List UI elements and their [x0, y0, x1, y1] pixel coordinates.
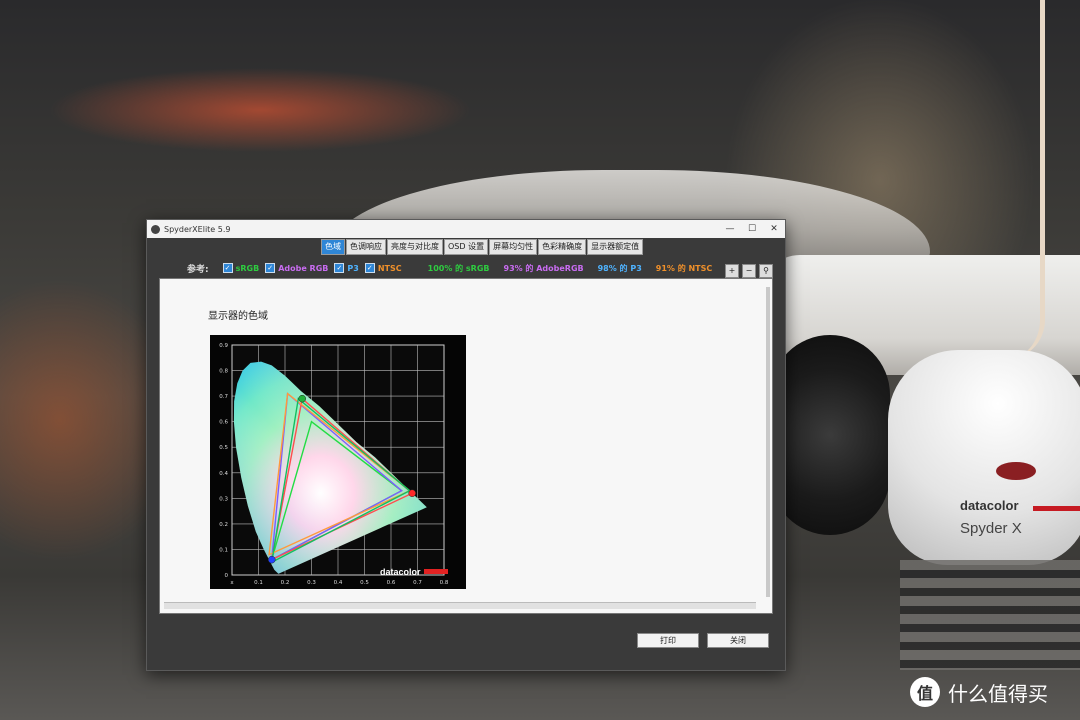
chart-primary-point-0 [408, 489, 416, 497]
chart-y-tick-label: 0.9 [219, 343, 228, 349]
chart-primary-point-2 [268, 555, 276, 564]
horizontal-scrollbar[interactable] [164, 602, 756, 609]
maximize-icon[interactable]: ☐ [741, 220, 763, 238]
result-ntsc: 91% 的 NTSC [655, 263, 713, 273]
tab-color-accuracy[interactable]: 色彩精确度 [538, 239, 587, 255]
footer-bar: 打印 关闭 [147, 614, 785, 670]
window-title: SpyderXElite 5.9 [164, 224, 231, 234]
chart-x-tick-label: 0.8 [440, 580, 449, 586]
chart-y-tick-label: 0.8 [219, 369, 228, 375]
window-controls: — ☐ ✕ [719, 220, 785, 238]
site-watermark: 值 什么值得买 [910, 676, 1048, 708]
tab-tone-response[interactable]: 色调响应 [346, 239, 386, 255]
device-brand: datacolor [960, 498, 1019, 513]
chart-x-tick-label: 0.3 [307, 580, 316, 586]
result-p3: 98% 的 P3 [597, 263, 642, 273]
tab-monitor-rating[interactable]: 显示器额定值 [587, 239, 644, 255]
spyder-colorimeter: datacolor Spyder X [888, 350, 1080, 565]
colorimeter-lens [996, 462, 1036, 480]
chart-y-tick-label: 0.3 [219, 496, 228, 502]
chart-y-tick-label: 0.4 [219, 471, 228, 477]
chart-y-tick-label: 0.2 [219, 522, 228, 528]
zoom-out-icon[interactable]: − [742, 264, 756, 278]
reference-label: 参考: [187, 264, 209, 275]
tab-uniformity[interactable]: 屏幕均匀性 [489, 239, 538, 255]
vertical-scrollbar[interactable] [766, 287, 770, 597]
checkbox-label-srgb: sRGB [235, 263, 260, 273]
zoom-in-icon[interactable]: + [725, 264, 739, 278]
device-model: Spyder X [960, 520, 1022, 537]
checkbox-label-p3: P3 [347, 263, 359, 273]
tab-bar: 色域 色调响应 亮度与对比度 OSD 设置 屏幕均匀性 色彩精确度 显示器额定值 [321, 239, 644, 255]
chart-x-tick-label: 0.6 [387, 580, 396, 586]
chart-y-tick-label: 0.7 [219, 394, 228, 400]
chart-x-tick-label: 0.7 [413, 580, 422, 586]
chart-y-tick-label: 0 [225, 573, 229, 579]
device-brand-stripe [1033, 506, 1080, 511]
tab-gamut[interactable]: 色域 [321, 239, 345, 255]
car-grille-background [900, 560, 1080, 670]
chart-x-tick-label: 0.5 [360, 580, 369, 586]
checkbox-adobe-rgb[interactable]: ✓ [265, 263, 276, 273]
gamut-heading: 显示器的色域 [208, 311, 268, 322]
tab-brightness-contrast[interactable]: 亮度与对比度 [387, 239, 443, 255]
watermark-text: 什么值得买 [948, 681, 1048, 706]
chart-primary-point-1 [298, 394, 306, 403]
chart-watermark: datacolor [380, 567, 421, 577]
checkbox-ntsc[interactable]: ✓ [364, 263, 375, 273]
close-icon[interactable]: ✕ [763, 220, 785, 238]
chart-x-tick-label: 0.2 [281, 580, 290, 586]
app-icon [151, 224, 160, 234]
zoom-fit-icon[interactable]: ⚲ [759, 264, 773, 278]
colorimeter-cable [1000, 0, 1045, 360]
title-bar[interactable]: SpyderXElite 5.9 — ☐ ✕ [147, 220, 785, 238]
checkbox-label-ntsc: NTSC [377, 263, 402, 273]
zoom-controls: + − ⚲ [725, 264, 773, 278]
checkbox-srgb[interactable]: ✓ [222, 263, 233, 273]
print-button[interactable]: 打印 [637, 633, 699, 648]
chart-y-tick-label: 0.1 [219, 547, 228, 553]
tab-osd-settings[interactable]: OSD 设置 [444, 239, 489, 255]
result-srgb: 100% 的 sRGB [427, 263, 490, 273]
chart-x-tick-label: x [230, 580, 234, 586]
coverage-results: 100% 的 sRGB 93% 的 AdobeRGB 98% 的 P3 91% … [428, 263, 713, 274]
gamut-chart-box: x 0.1 0.2 0.3 0.4 0.5 0.6 0.7 0.8 0.9 0.8 0.7 0.6 0.5… [210, 335, 466, 589]
checkbox-p3[interactable]: ✓ [334, 263, 345, 273]
checkbox-label-adobe-rgb: Adobe RGB [278, 263, 329, 273]
minimize-icon[interactable]: — [719, 220, 741, 238]
chart-watermark-bar [424, 569, 448, 574]
report-panel: 显示器的色域 x 0.1 0.2 0.3 0.4 0.5 0.6 0.7 0.8… [159, 278, 773, 614]
chart-y-tick-label: 0.5 [219, 445, 228, 451]
gamut-chart: x 0.1 0.2 0.3 0.4 0.5 0.6 0.7 0.8 0.9 0.8 0.7 0.6 0.5… [219, 343, 449, 586]
chart-x-tick-label: 0.1 [254, 580, 263, 586]
chart-x-tick-label: 0.4 [334, 580, 343, 586]
reference-bar: 参考: ✓ sRGB ✓ Adobe RGB ✓ P3 ✓ NTSC 100% … [187, 260, 777, 276]
result-adobe-rgb: 93% 的 AdobeRGB [503, 263, 584, 273]
close-button[interactable]: 关闭 [707, 633, 769, 648]
app-window: SpyderXElite 5.9 — ☐ ✕ 色域 色调响应 亮度与对比度 OS… [146, 219, 786, 671]
watermark-logo-icon: 值 [910, 677, 940, 707]
chart-y-tick-label: 0.6 [219, 420, 228, 426]
car-wheel-background [770, 335, 890, 535]
